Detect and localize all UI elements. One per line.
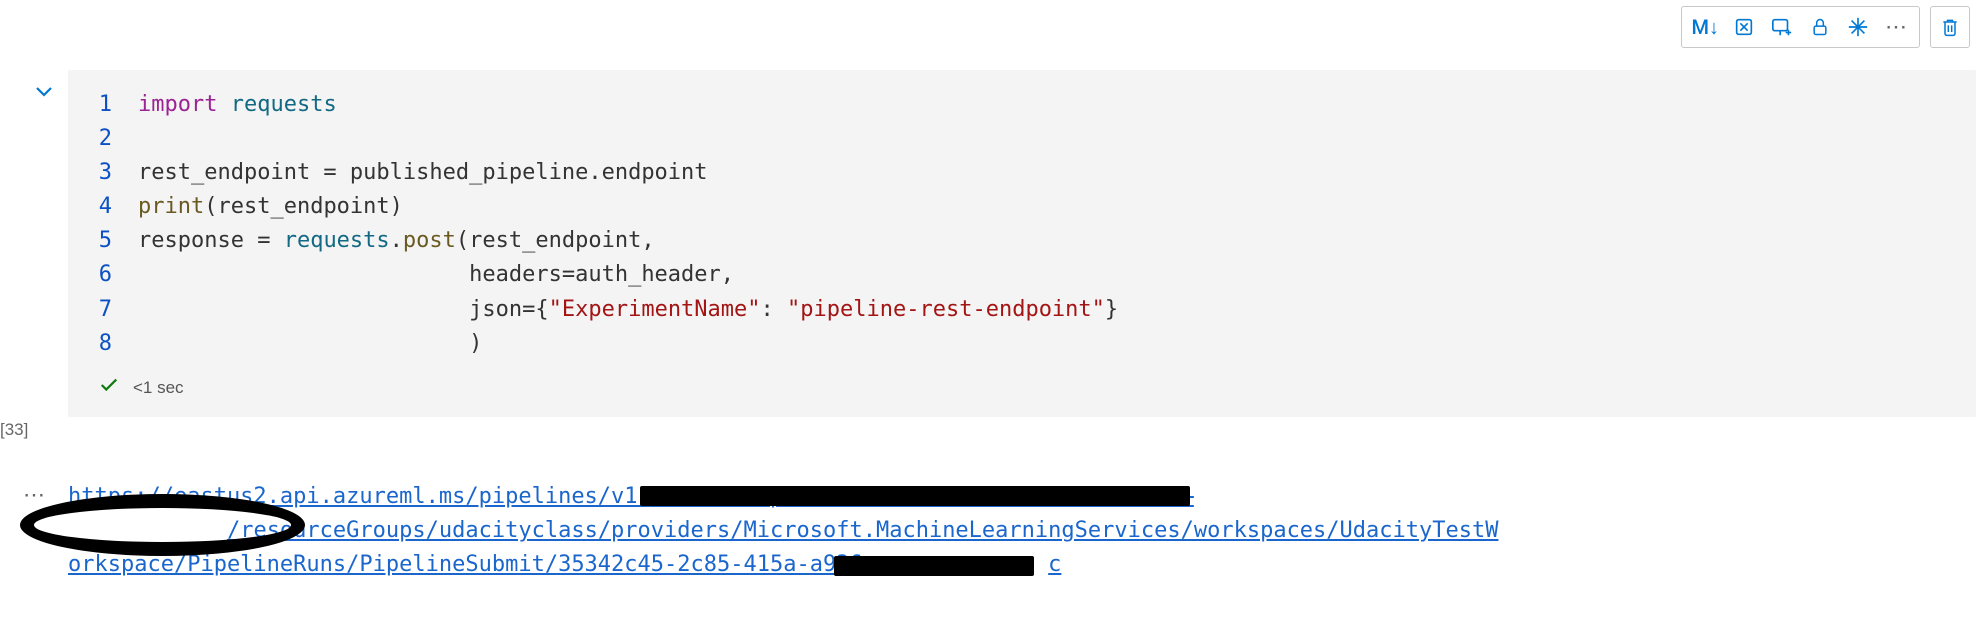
- code-token: post: [403, 224, 456, 258]
- line-number: 2: [96, 122, 138, 156]
- execution-time: <1 sec: [133, 375, 184, 401]
- line-number: 8: [96, 327, 138, 361]
- collapse-gutter: [0, 70, 68, 417]
- line-number: 6: [96, 258, 138, 292]
- cell-output: ⋯ https://eastus2.api.azureml.ms/pipelin…: [0, 480, 1976, 582]
- line-number: 1: [96, 88, 138, 122]
- code-token: response =: [138, 224, 284, 258]
- code-token: headers=auth_header,: [138, 258, 734, 292]
- code-token: }: [1105, 293, 1118, 327]
- lock-icon[interactable]: [1803, 12, 1837, 42]
- code-token: requests: [284, 224, 390, 258]
- code-token: (rest_endpoint,: [456, 224, 655, 258]
- code-token: import: [138, 88, 217, 122]
- code-token: ): [138, 327, 482, 361]
- code-token: requests: [231, 88, 337, 122]
- freeze-icon[interactable]: [1841, 12, 1875, 42]
- code-token: .: [390, 224, 403, 258]
- redaction-bar: [834, 556, 1034, 576]
- code-editor[interactable]: 1import requests 2 3rest_endpoint = publ…: [68, 70, 1976, 417]
- redaction-bar: [640, 486, 1190, 506]
- trash-icon[interactable]: [1930, 6, 1970, 48]
- line-number: 4: [96, 190, 138, 224]
- code-token: (rest_endpoint): [204, 190, 403, 224]
- insert-below-icon[interactable]: [1765, 12, 1799, 42]
- success-checkmark-icon: [99, 371, 119, 405]
- code-token: rest_endpoint = published_pipeline.endpo…: [138, 156, 708, 190]
- cell-status: <1 sec: [96, 371, 1948, 405]
- execution-count: [33]: [0, 420, 28, 440]
- line-number: 7: [96, 293, 138, 327]
- code-cell: 1import requests 2 3rest_endpoint = publ…: [0, 70, 1976, 417]
- line-number: 3: [96, 156, 138, 190]
- chevron-down-icon[interactable]: [34, 82, 54, 417]
- markdown-button[interactable]: M↓: [1688, 15, 1724, 40]
- more-icon[interactable]: ⋯: [1879, 15, 1913, 40]
- output-text[interactable]: https://eastus2.api.azureml.ms/pipelines…: [68, 480, 1976, 582]
- cut-cell-icon[interactable]: [1727, 12, 1761, 42]
- code-token: json={: [138, 293, 549, 327]
- code-token: "ExperimentName": [549, 293, 761, 327]
- line-number: 5: [96, 224, 138, 258]
- output-link[interactable]: XXXXXXXXXXXX/resourceGroups/udacityclass…: [68, 518, 1498, 543]
- code-token: print: [138, 190, 204, 224]
- code-token: "pipeline-rest-endpoint": [787, 293, 1105, 327]
- cell-toolbar: M↓ ⋯: [1681, 6, 1921, 48]
- code-token: :: [761, 293, 788, 327]
- output-more-icon[interactable]: ⋯: [0, 480, 68, 582]
